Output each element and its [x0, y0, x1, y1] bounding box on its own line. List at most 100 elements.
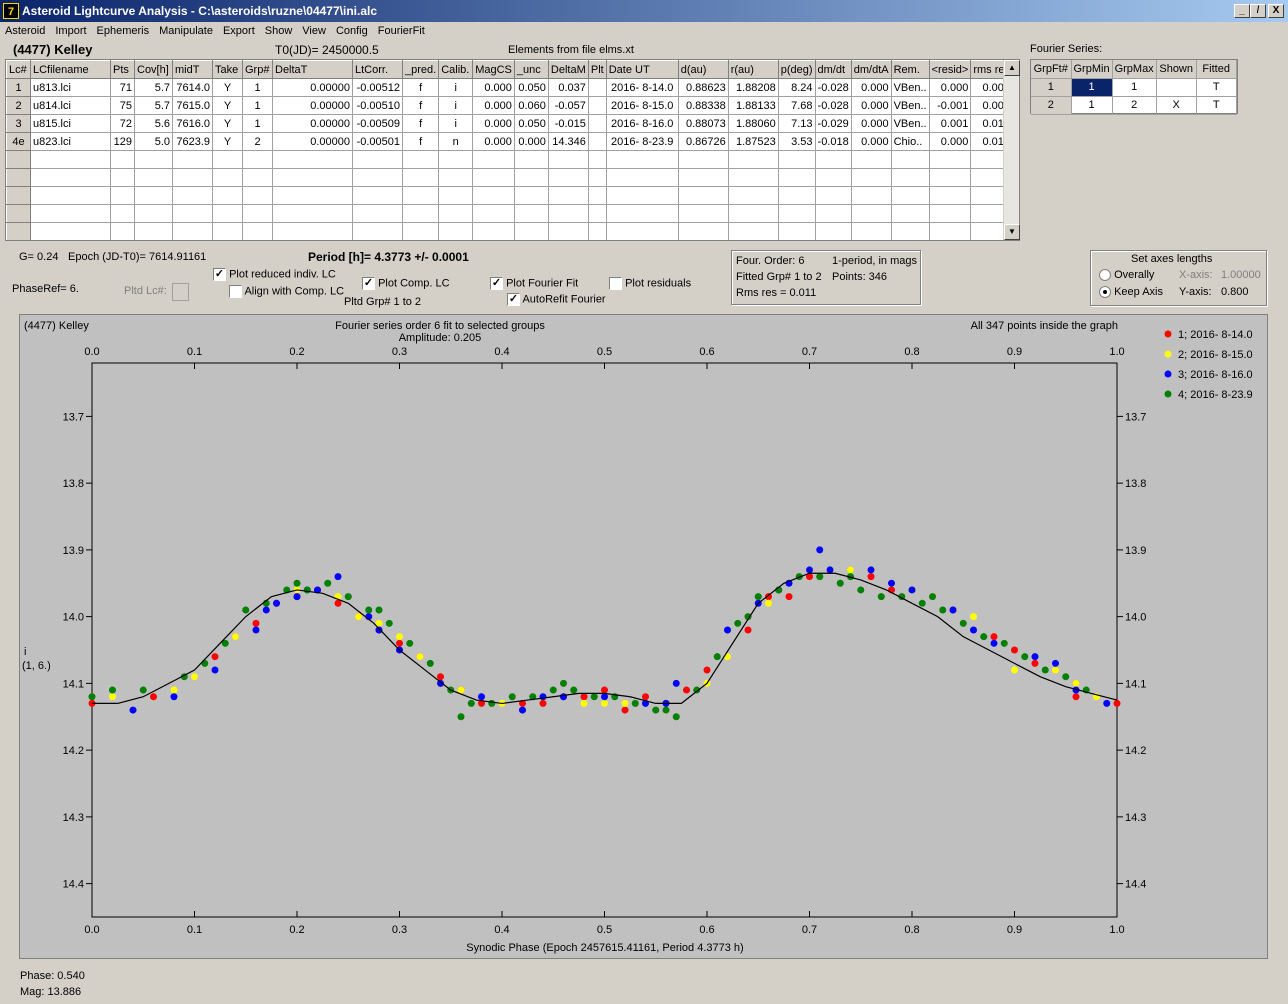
table-cell[interactable]: Chio.. — [891, 132, 930, 151]
table-cell[interactable] — [588, 96, 607, 115]
table-cell[interactable] — [778, 222, 816, 240]
row-header[interactable]: 2 — [6, 96, 31, 115]
plot-comp-checkbox[interactable]: ✓ — [362, 277, 375, 290]
table-cell[interactable] — [212, 150, 243, 169]
table-cell[interactable] — [243, 241, 273, 242]
grid-col-header[interactable]: Take — [212, 60, 243, 79]
table-cell[interactable]: -0.028 — [815, 96, 852, 115]
table-cell[interactable] — [213, 241, 243, 242]
table-cell[interactable] — [473, 241, 515, 242]
table-cell[interactable] — [929, 204, 972, 223]
grid-col-header[interactable]: Cov[h] — [134, 60, 173, 79]
table-cell[interactable] — [110, 150, 135, 169]
table-cell[interactable] — [472, 168, 515, 187]
grid-col-header[interactable]: midT — [172, 60, 213, 79]
fourier-cell[interactable] — [1156, 78, 1197, 97]
table-cell[interactable] — [548, 204, 589, 223]
row-header[interactable]: 4e — [6, 132, 31, 151]
table-cell[interactable]: u815.lci — [30, 114, 111, 133]
table-cell[interactable]: 3.53 — [778, 132, 816, 151]
table-cell[interactable] — [403, 241, 439, 242]
lightcurve-chart[interactable]: 0.0 0.0 0.1 0.1 0.2 0.2 0.3 0.3 0.4 0.4 0.5 0.5 0.6 0… — [20, 315, 1269, 960]
table-cell[interactable]: n — [438, 132, 474, 151]
table-cell[interactable] — [514, 204, 549, 223]
table-cell[interactable] — [352, 204, 403, 223]
table-cell[interactable] — [606, 204, 679, 223]
table-cell[interactable] — [728, 186, 779, 205]
table-cell[interactable] — [110, 222, 135, 240]
table-cell[interactable] — [929, 241, 971, 242]
table-cell[interactable] — [31, 241, 111, 242]
table-cell[interactable]: 129 — [110, 132, 135, 151]
table-cell[interactable]: 2016- 8-14.0 — [606, 78, 679, 97]
fourier-row[interactable]: 212XT — [1031, 96, 1237, 115]
table-cell[interactable]: 0.000 — [472, 78, 515, 97]
table-cell[interactable]: 0.000 — [472, 114, 515, 133]
table-cell[interactable]: 0.000 — [851, 132, 892, 151]
table-cell[interactable] — [815, 222, 852, 240]
table-cell[interactable]: Y — [212, 96, 243, 115]
table-cell[interactable] — [212, 222, 243, 240]
table-cell[interactable]: 1.88208 — [728, 78, 779, 97]
menu-import[interactable]: Import — [50, 22, 91, 37]
table-cell[interactable]: -0.028 — [815, 78, 852, 97]
table-cell[interactable] — [172, 150, 213, 169]
table-cell[interactable]: 0.000 — [851, 78, 892, 97]
table-cell[interactable] — [402, 186, 440, 205]
table-cell[interactable] — [588, 78, 607, 97]
table-cell[interactable] — [135, 241, 173, 242]
table-cell[interactable] — [606, 222, 679, 240]
table-cell[interactable]: Y — [212, 78, 243, 97]
table-cell[interactable] — [272, 204, 353, 223]
table-cell[interactable] — [438, 186, 474, 205]
table-cell[interactable] — [514, 241, 548, 242]
table-cell[interactable] — [172, 168, 213, 187]
fourier-row-header[interactable]: 1 — [1031, 78, 1072, 97]
table-cell[interactable] — [891, 222, 930, 240]
table-cell[interactable] — [110, 168, 135, 187]
plot-fourier-checkbox[interactable]: ✓ — [490, 277, 503, 290]
pltd-lc-spinner[interactable] — [172, 283, 189, 301]
table-cell[interactable] — [242, 168, 273, 187]
table-cell[interactable]: f — [402, 114, 440, 133]
table-cell[interactable]: i — [438, 78, 474, 97]
table-cell[interactable] — [588, 168, 607, 187]
grid-col-header[interactable]: dm/dtA — [850, 60, 892, 79]
table-cell[interactable]: i — [438, 114, 474, 133]
table-cell[interactable] — [851, 241, 891, 242]
table-cell[interactable] — [212, 186, 243, 205]
table-cell[interactable] — [606, 150, 679, 169]
row-header[interactable] — [6, 204, 31, 223]
keep-axis-option[interactable]: Keep Axis — [1099, 286, 1163, 299]
plot-reduced-checkbox[interactable]: ✓ — [213, 268, 226, 281]
table-cell[interactable] — [173, 241, 213, 242]
table-cell[interactable] — [134, 150, 173, 169]
grid-col-header[interactable]: DeltaM — [547, 60, 589, 79]
table-cell[interactable]: f — [402, 78, 440, 97]
table-cell[interactable] — [30, 150, 111, 169]
table-cell[interactable] — [352, 222, 403, 240]
table-cell[interactable]: 0.00000 — [272, 78, 353, 97]
table-cell[interactable] — [588, 114, 607, 133]
row-header[interactable] — [6, 168, 31, 187]
fourier-cell[interactable]: 1 — [1071, 78, 1113, 97]
table-cell[interactable] — [172, 204, 213, 223]
table-cell[interactable] — [439, 241, 473, 242]
menu-ephemeris[interactable]: Ephemeris — [92, 22, 155, 37]
table-cell[interactable]: Y — [212, 114, 243, 133]
table-cell[interactable] — [272, 222, 353, 240]
table-cell[interactable]: -0.00510 — [352, 96, 403, 115]
grid-col-header[interactable]: LtCorr. — [352, 60, 403, 79]
table-cell[interactable]: 1 — [242, 96, 273, 115]
table-cell[interactable]: 0.000 — [472, 132, 515, 151]
table-cell[interactable] — [815, 186, 852, 205]
table-cell[interactable] — [778, 204, 816, 223]
table-cell[interactable]: 0.88338 — [678, 96, 729, 115]
table-cell[interactable]: 5.6 — [134, 114, 173, 133]
fourier-cell[interactable]: T — [1196, 78, 1237, 97]
table-cell[interactable] — [678, 222, 729, 240]
grid-col-header[interactable]: Calib. — [438, 60, 474, 79]
empty-table-row[interactable] — [6, 222, 1013, 240]
table-cell[interactable] — [110, 186, 135, 205]
table-cell[interactable] — [606, 186, 679, 205]
